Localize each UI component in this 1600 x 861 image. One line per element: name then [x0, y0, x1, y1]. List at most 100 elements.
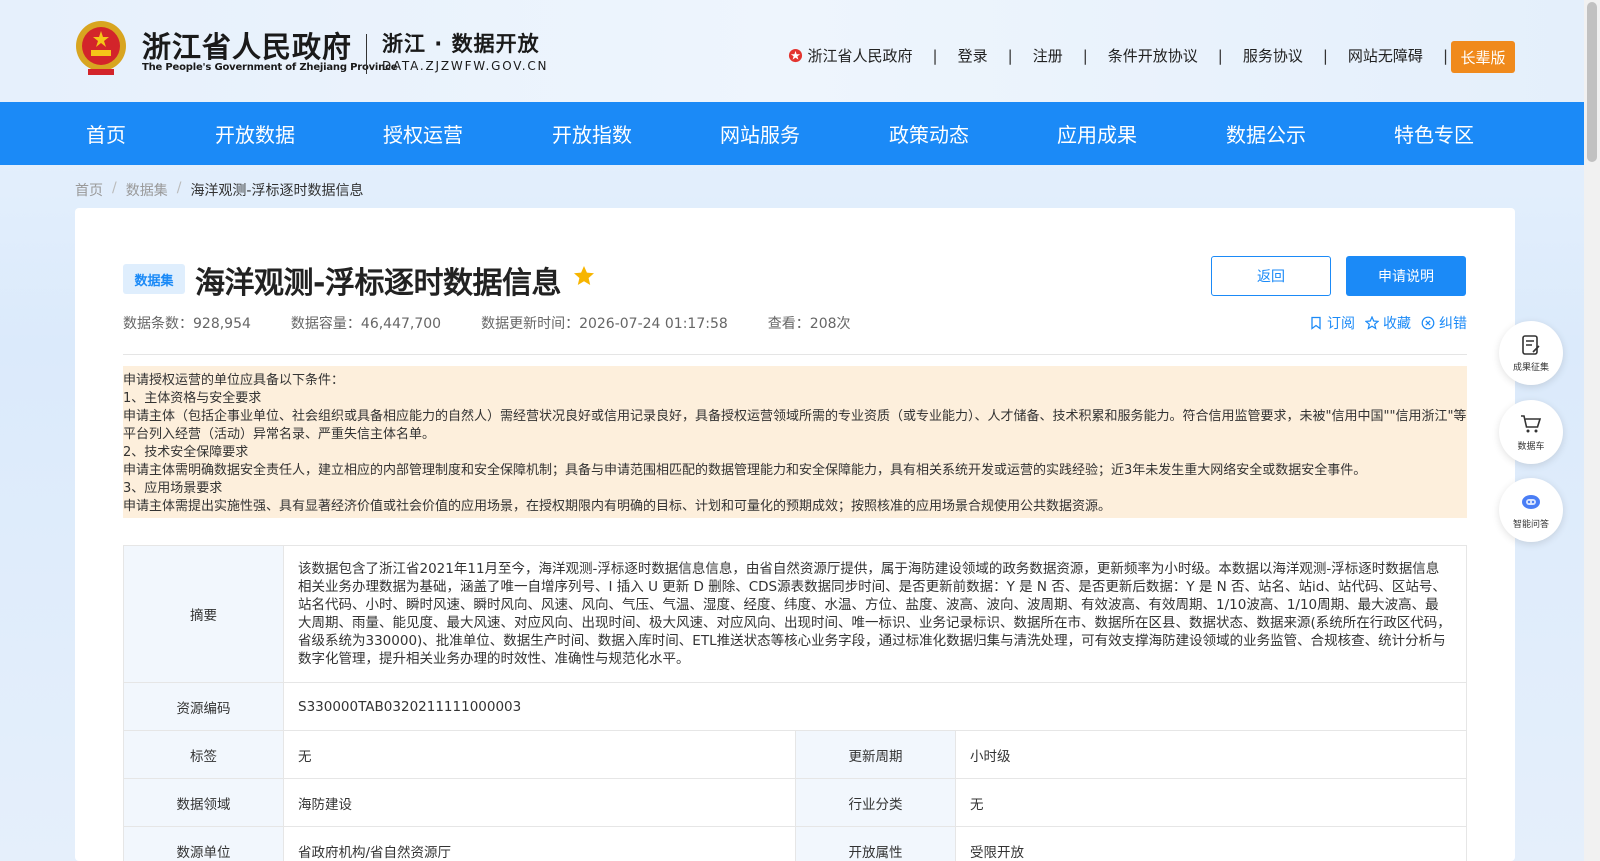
breadcrumb-home[interactable]: 首页 [75, 180, 103, 200]
float-data-cart[interactable]: 数据车 [1499, 400, 1563, 464]
link-separator: | [932, 46, 938, 65]
breadcrumb-datasets[interactable]: 数据集 [126, 180, 168, 200]
dataset-detail-card: 数据集 海洋观测-浮标逐时数据信息 返回 申请说明 数据条数：928,954 数… [75, 208, 1515, 861]
link-conditional-agreement[interactable]: 条件开放协议 [1108, 45, 1198, 66]
page-scrollbar[interactable] [1584, 0, 1600, 861]
table-row: 数源单位 省政府机构/省自然资源厅 开放属性 受限开放 [123, 826, 1467, 861]
open-attribute-label: 开放属性 [795, 826, 956, 861]
subscribe-label: 订阅 [1327, 316, 1355, 332]
gov-name-cn: 浙江省人民政府 [142, 30, 353, 64]
update-cycle-value: 小时级 [955, 730, 1467, 779]
update-cycle-label: 更新周期 [795, 730, 956, 779]
nav-applications[interactable]: 应用成果 [1057, 102, 1137, 165]
link-gov[interactable]: 浙江省人民政府 [808, 45, 913, 66]
float-smart-qa[interactable]: 智能问答 [1499, 478, 1563, 542]
gov-name-en: The People's Government of Zhejiang Prov… [142, 62, 398, 73]
notice-line: 1、主体资格与安全要求 [123, 391, 262, 406]
header-divider [366, 34, 367, 74]
float-label: 成果征集 [1512, 363, 1549, 373]
nav-open-index[interactable]: 开放指数 [552, 102, 632, 165]
back-button[interactable]: 返回 [1211, 256, 1331, 296]
table-row: 数据领域 海防建设 行业分类 无 [123, 778, 1467, 827]
notice-line: 2、技术安全保障要求 [123, 445, 249, 460]
apply-info-button[interactable]: 申请说明 [1346, 256, 1466, 296]
nav-policy[interactable]: 政策动态 [889, 102, 969, 165]
data-domain-value: 海防建设 [283, 778, 796, 827]
link-separator: | [1217, 46, 1223, 65]
notice-line: 申请主体需明确数据安全责任人，建立相应的内部管理制度和安全保障机制；具备与申请范… [123, 463, 1367, 478]
star-outline-icon [1365, 316, 1379, 330]
industry-value: 无 [955, 778, 1467, 827]
site-domain: DATA.ZJZWFW.GOV.CN [382, 59, 549, 73]
nav-site-service[interactable]: 网站服务 [720, 102, 800, 165]
source-unit-label: 数源单位 [123, 826, 284, 861]
dataset-actions: 订阅 收藏 纠错 [1299, 313, 1467, 333]
industry-label: 行业分类 [795, 778, 956, 827]
link-separator: | [1442, 46, 1448, 65]
link-separator: | [1007, 46, 1013, 65]
notice-line: 3、应用场景要求 [123, 481, 223, 496]
scrollbar-thumb[interactable] [1587, 2, 1597, 162]
error-circle-icon [1421, 316, 1435, 330]
resource-code-value: S330000TAB0320211111000003 [283, 682, 1467, 731]
nav-open-data[interactable]: 开放数据 [215, 102, 295, 165]
site-name: 浙江 · 数据开放 [382, 32, 540, 56]
notice-line: 申请主体需提出实施性强、具有显著经济价值或社会价值的应用场景，在授权期限内有明确… [123, 499, 1112, 514]
link-register[interactable]: 注册 [1033, 45, 1063, 66]
breadcrumb: 首页 / 数据集 / 海洋观测-浮标逐时数据信息 [75, 180, 364, 200]
link-separator: | [1082, 46, 1088, 65]
correction-label: 纠错 [1439, 316, 1467, 332]
table-row: 摘要 该数据包含了浙江省2021年11月至今，海洋观测-浮标逐时数据信息信息，由… [123, 545, 1467, 683]
dataset-info-table: 摘要 该数据包含了浙江省2021年11月至今，海洋观测-浮标逐时数据信息信息，由… [123, 545, 1467, 861]
favorite-action[interactable]: 收藏 [1365, 313, 1411, 333]
source-unit-value: 省政府机构/省自然资源厅 [283, 826, 796, 861]
document-edit-icon [1522, 335, 1540, 355]
link-service-agreement[interactable]: 服务协议 [1243, 45, 1303, 66]
nav-special-zone[interactable]: 特色专区 [1394, 102, 1474, 165]
nav-home[interactable]: 首页 [86, 102, 126, 165]
nav-data-public[interactable]: 数据公示 [1226, 102, 1306, 165]
stat-record-count: 数据条数：928,954 [123, 316, 251, 332]
page-title: 海洋观测-浮标逐时数据信息 [195, 266, 561, 301]
main-nav: 首页 开放数据 授权运营 开放指数 网站服务 政策动态 应用成果 数据公示 特色… [0, 102, 1584, 165]
elder-mode-button[interactable]: 长辈版 [1451, 41, 1515, 73]
location-pin-icon [788, 48, 802, 63]
abstract-value: 该数据包含了浙江省2021年11月至今，海洋观测-浮标逐时数据信息信息，由省自然… [283, 545, 1467, 683]
robot-assistant-icon [1522, 495, 1540, 509]
notice-line: 申请主体（包括企事业单位、社会组织或具备相应能力的自然人）需经营状况良好或信用记… [123, 409, 1467, 442]
dataset-stats: 数据条数：928,954 数据容量：46,447,700 数据更新时间：2026… [123, 313, 891, 333]
link-accessibility[interactable]: 网站无障碍 [1348, 45, 1423, 66]
nav-authorized-operation[interactable]: 授权运营 [383, 102, 463, 165]
tag-value: 无 [283, 730, 796, 779]
site-header: 浙江省人民政府 The People's Government of Zheji… [0, 0, 1584, 102]
link-login[interactable]: 登录 [958, 45, 988, 66]
table-row: 资源编码 S330000TAB0320211111000003 [123, 682, 1467, 731]
float-label: 智能问答 [1512, 520, 1549, 530]
authorization-requirements-notice: 申请授权运营的单位应具备以下条件： 1、主体资格与安全要求 申请主体（包括企事业… [123, 366, 1467, 518]
star-icon [574, 266, 594, 285]
open-attribute-value: 受限开放 [955, 826, 1467, 861]
top-links: 浙江省人民政府 | 登录 | 注册 | 条件开放协议 | 服务协议 | 网站无障… [788, 45, 1468, 66]
cart-icon [1521, 415, 1542, 433]
dataset-type-badge: 数据集 [123, 264, 185, 294]
bookmark-icon [1311, 316, 1321, 330]
data-domain-label: 数据领域 [123, 778, 284, 827]
subscribe-action[interactable]: 订阅 [1309, 313, 1355, 333]
stat-data-size: 数据容量：46,447,700 [290, 316, 442, 332]
tag-label: 标签 [123, 730, 284, 779]
breadcrumb-separator: / [112, 180, 117, 196]
national-emblem-icon [76, 21, 126, 75]
notice-line: 申请授权运营的单位应具备以下条件： [123, 373, 345, 388]
table-row: 标签 无 更新周期 小时级 [123, 730, 1467, 779]
correction-action[interactable]: 纠错 [1421, 313, 1467, 333]
favorite-label: 收藏 [1383, 316, 1411, 332]
stat-views: 查看：208次 [767, 316, 851, 332]
breadcrumb-separator: / [176, 180, 182, 196]
float-label: 数据车 [1517, 442, 1545, 452]
abstract-label: 摘要 [123, 545, 284, 683]
header-divider-line [123, 354, 1467, 355]
breadcrumb-current: 海洋观测-浮标逐时数据信息 [190, 183, 364, 199]
link-separator: | [1322, 46, 1328, 65]
stat-update-time: 数据更新时间：2026-07-24 01:17:58 [481, 316, 728, 332]
float-results-collection[interactable]: 成果征集 [1499, 321, 1563, 385]
